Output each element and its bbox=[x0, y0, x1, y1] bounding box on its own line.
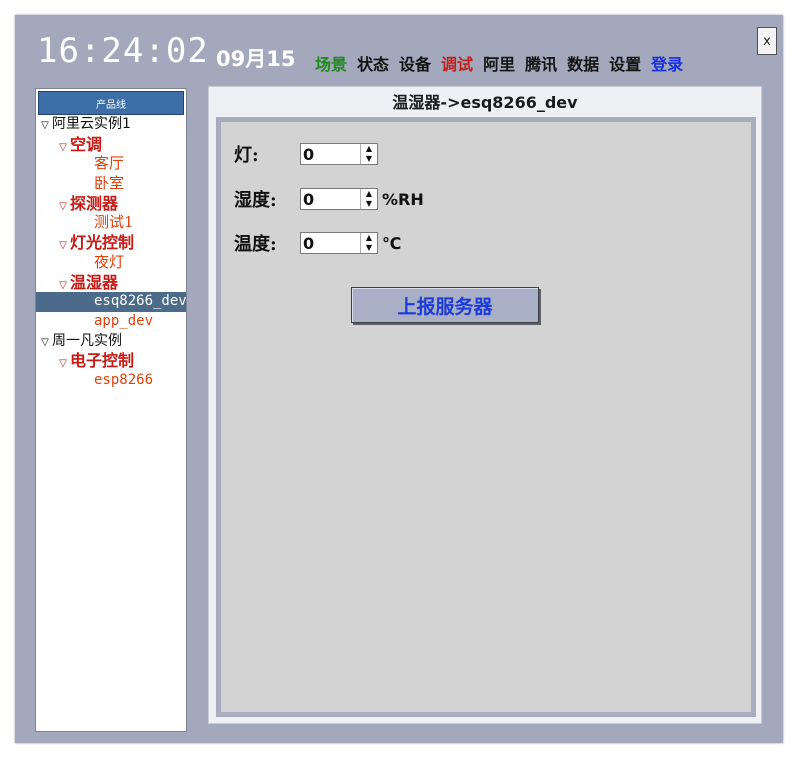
tree-node-label: esp8266 bbox=[94, 371, 154, 388]
tree-node-label: 测试1 bbox=[94, 213, 134, 232]
tree-node-label: esq8266_dev bbox=[94, 293, 186, 310]
product-tree-header: 产品线 bbox=[38, 91, 184, 115]
tree-node-device[interactable]: app_dev bbox=[36, 312, 186, 332]
menu-item-aliyun[interactable]: 阿里 bbox=[483, 51, 515, 75]
expand-arrow-icon[interactable]: ▽ bbox=[56, 138, 70, 155]
menu-item-login[interactable]: 登录 bbox=[651, 51, 683, 75]
device-fields-panel: 灯: ▲ ▼ 湿度: ▲ ▼ bbox=[216, 117, 756, 717]
menu-item-tencent[interactable]: 腾讯 bbox=[525, 51, 557, 75]
product-tree-panel: 产品线 ▽ 阿里云实例1 ▽ 空调 客厅 卧室 ▽ 探测器 测试1 ▽ 灯光控制 夜灯 … bbox=[35, 88, 187, 732]
tree-node-product[interactable]: ▽ 温湿器 bbox=[36, 273, 186, 293]
expand-arrow-icon[interactable]: ▽ bbox=[56, 197, 70, 214]
temperature-spinbox[interactable]: ▲ ▼ bbox=[300, 232, 378, 254]
tree-node-instance[interactable]: ▽ 阿里云实例1 bbox=[36, 115, 186, 135]
field-unit-humidity: %RH bbox=[382, 189, 424, 209]
field-humidity: 湿度: ▲ ▼ %RH bbox=[234, 187, 424, 211]
menu-item-settings[interactable]: 设置 bbox=[609, 51, 641, 75]
field-label-temperature: 温度: bbox=[234, 234, 277, 255]
field-temperature: 温度: ▲ ▼ ℃ bbox=[234, 231, 401, 255]
tree-node-device[interactable]: 客厅 bbox=[36, 154, 186, 174]
tree-node-label: app_dev bbox=[94, 312, 154, 329]
tree-node-instance[interactable]: ▽ 周一凡实例 bbox=[36, 332, 186, 352]
humidity-spinbox[interactable]: ▲ ▼ bbox=[300, 188, 378, 210]
tree-node-product[interactable]: ▽ 灯光控制 bbox=[36, 233, 186, 253]
report-server-button[interactable]: 上报服务器 bbox=[351, 287, 539, 323]
tree-node-label: 卧室 bbox=[94, 174, 125, 193]
menu-item-device[interactable]: 设备 bbox=[399, 51, 431, 75]
menu-item-debug[interactable]: 调试 bbox=[441, 51, 473, 75]
tree-node-label: 电子控制 bbox=[70, 351, 135, 371]
humidity-input[interactable] bbox=[301, 190, 361, 208]
tree-node-label: 空调 bbox=[70, 134, 103, 154]
field-unit-temperature: ℃ bbox=[382, 233, 402, 253]
field-light: 灯: ▲ ▼ bbox=[234, 142, 382, 166]
clock-time: 16:24:02 bbox=[37, 31, 209, 71]
close-button[interactable]: x bbox=[757, 27, 777, 55]
clock-date: 09月15 bbox=[216, 47, 296, 71]
tree-node-device-selected[interactable]: esq8266_dev bbox=[36, 292, 186, 312]
menu-item-status[interactable]: 状态 bbox=[357, 51, 389, 75]
tree-node-label: 周一凡实例 bbox=[52, 332, 122, 349]
field-label-light: 灯: bbox=[234, 145, 259, 166]
expand-arrow-icon[interactable]: ▽ bbox=[56, 354, 70, 371]
device-panel-title: 温湿器->esq8266_dev bbox=[392, 93, 578, 112]
tree-node-label: 温湿器 bbox=[70, 272, 119, 292]
temperature-input[interactable] bbox=[301, 234, 361, 252]
tree-node-label: 灯光控制 bbox=[70, 233, 135, 253]
temperature-spin-arrows[interactable]: ▲ ▼ bbox=[360, 233, 377, 253]
light-spinbox[interactable]: ▲ ▼ bbox=[300, 143, 378, 165]
spin-up-icon[interactable]: ▲ bbox=[361, 144, 377, 154]
product-tree: ▽ 阿里云实例1 ▽ 空调 客厅 卧室 ▽ 探测器 测试1 ▽ 灯光控制 夜灯 ▽ 温湿器… bbox=[36, 115, 186, 391]
humidity-spin-arrows[interactable]: ▲ ▼ bbox=[360, 189, 377, 209]
tree-node-label: 夜灯 bbox=[94, 252, 125, 271]
spin-down-icon[interactable]: ▼ bbox=[361, 199, 377, 209]
device-debug-panel: 温湿器->esq8266_dev 灯: ▲ ▼ 湿度: ▲ bbox=[208, 86, 762, 724]
light-input[interactable] bbox=[301, 145, 361, 163]
tree-node-device[interactable]: 卧室 bbox=[36, 174, 186, 194]
tree-node-product[interactable]: ▽ 探测器 bbox=[36, 194, 186, 214]
tree-node-device[interactable]: 测试1 bbox=[36, 213, 186, 233]
top-menu: 场景 状态 设备 调试 阿里 腾讯 数据 设置 登录 bbox=[315, 51, 683, 75]
expand-arrow-icon[interactable]: ▽ bbox=[38, 116, 52, 135]
tree-node-product[interactable]: ▽ 空调 bbox=[36, 135, 186, 155]
tree-node-label: 探测器 bbox=[70, 193, 119, 213]
spin-up-icon[interactable]: ▲ bbox=[361, 189, 377, 199]
spin-down-icon[interactable]: ▼ bbox=[361, 154, 377, 164]
spin-down-icon[interactable]: ▼ bbox=[361, 243, 377, 253]
spin-up-icon[interactable]: ▲ bbox=[361, 233, 377, 243]
tree-node-device[interactable]: 夜灯 bbox=[36, 253, 186, 273]
tree-node-product[interactable]: ▽ 电子控制 bbox=[36, 351, 186, 371]
menu-item-data[interactable]: 数据 bbox=[567, 51, 599, 75]
light-spin-arrows[interactable]: ▲ ▼ bbox=[360, 144, 377, 164]
expand-arrow-icon[interactable]: ▽ bbox=[38, 333, 52, 352]
tree-node-label: 客厅 bbox=[94, 154, 125, 173]
field-label-humidity: 湿度: bbox=[234, 190, 277, 211]
app-window: 16:24:02 09月15 场景 状态 设备 调试 阿里 腾讯 数据 设置 登… bbox=[15, 15, 783, 743]
menu-item-scene[interactable]: 场景 bbox=[315, 51, 347, 75]
expand-arrow-icon[interactable]: ▽ bbox=[56, 276, 70, 293]
tree-node-label: 阿里云实例1 bbox=[52, 116, 131, 132]
expand-arrow-icon[interactable]: ▽ bbox=[56, 236, 70, 253]
tree-node-device[interactable]: esp8266 bbox=[36, 371, 186, 391]
